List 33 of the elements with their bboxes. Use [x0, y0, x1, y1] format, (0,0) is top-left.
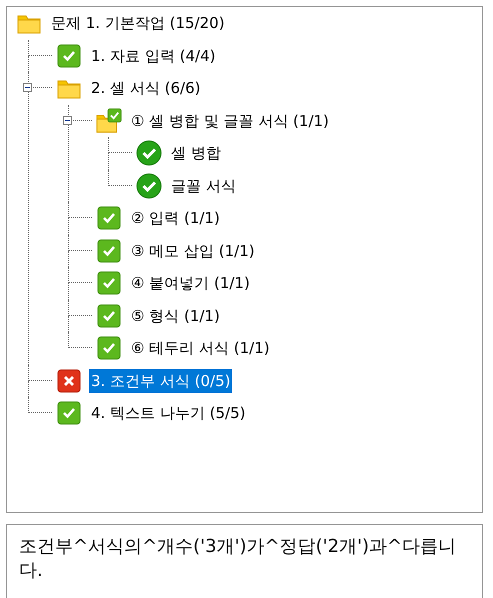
tree-item[interactable]: ① 셀 병합 및 글꼴 서식 (1/1) — [129, 108, 331, 133]
tree-item[interactable]: 4. 텍스트 나누기 (5/5) — [89, 401, 248, 426]
tree-item[interactable]: ④ 붙여넣기 (1/1) — [129, 271, 252, 296]
expander-icon[interactable] — [23, 83, 32, 92]
tree-item[interactable]: 3. 조건부 서식 (0/5) — [89, 368, 232, 393]
tree-item[interactable]: ⑥ 테두리 서식 (1/1) — [129, 336, 272, 360]
tree-item[interactable]: 2. 셀 서식 (6/6) — [89, 76, 202, 100]
tree-connector — [108, 170, 132, 186]
tree-connector — [108, 137, 132, 153]
tree-line — [28, 380, 30, 397]
tree-line — [68, 283, 70, 300]
tree-item[interactable]: ② 입력 (1/1) — [129, 206, 222, 230]
tree-line — [68, 218, 70, 234]
tree-item[interactable]: 1. 자료 입력 (4/4) — [89, 44, 218, 68]
tree-connector — [68, 300, 92, 316]
tree-line — [68, 316, 70, 332]
tree-line — [108, 153, 110, 170]
tree-item[interactable]: 글꼴 서식 — [169, 174, 238, 198]
tree-item[interactable]: ③ 메모 삽입 (1/1) — [129, 238, 257, 263]
tree-connector — [28, 397, 52, 413]
tree-connector — [68, 234, 92, 250]
message-text: 조건부^서식의^개수('3개')가^정답('2개')과^다릅니다. — [19, 535, 458, 583]
tree-item[interactable]: 문제 1. 기본작업 (15/20) — [49, 11, 227, 36]
expander-icon[interactable] — [63, 116, 72, 124]
tree-connector — [28, 364, 52, 380]
tree-line — [28, 56, 30, 72]
tree-connector — [68, 332, 92, 348]
tree-item[interactable]: 셀 병합 — [169, 141, 223, 166]
tree-line — [68, 250, 70, 267]
tree-connector — [28, 40, 52, 56]
tree-connector — [68, 267, 92, 283]
tree-connector — [68, 202, 92, 218]
tree-item[interactable]: ⑤ 형식 (1/1) — [129, 304, 222, 328]
